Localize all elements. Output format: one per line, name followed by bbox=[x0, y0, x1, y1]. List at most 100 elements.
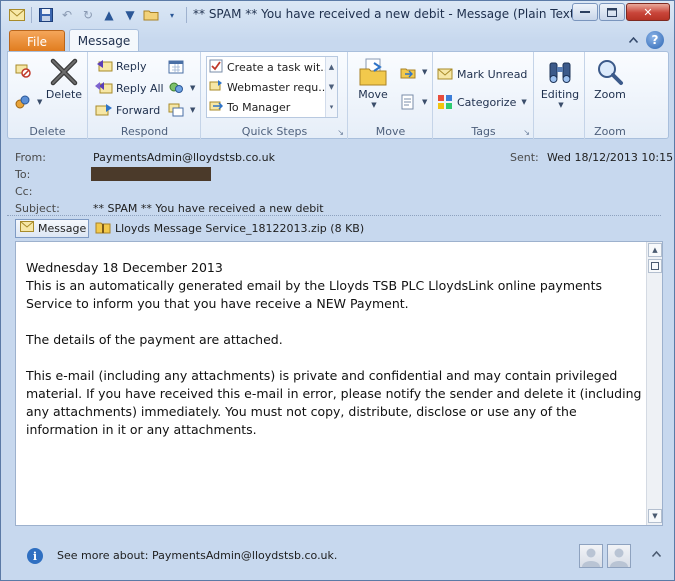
editing-button[interactable]: Editing ▼ bbox=[537, 56, 583, 109]
actions-icon bbox=[399, 93, 417, 111]
quick-step-label: Webmaster requ... bbox=[227, 81, 325, 94]
help-icon[interactable]: ? bbox=[646, 31, 664, 49]
save-icon[interactable] bbox=[36, 5, 56, 25]
minimize-ribbon-icon[interactable] bbox=[628, 35, 639, 46]
window-controls: ✕ bbox=[572, 3, 670, 21]
gallery-more-icon[interactable]: ▾ bbox=[330, 103, 334, 111]
mail-app-icon[interactable] bbox=[7, 5, 27, 25]
move-folder-icon bbox=[357, 56, 389, 88]
tab-file[interactable]: File bbox=[9, 30, 65, 52]
quick-step-webmaster-request[interactable]: Webmaster requ... bbox=[209, 78, 325, 97]
categorize-button[interactable]: Categorize ▼ bbox=[436, 92, 527, 112]
reply-button[interactable]: Reply bbox=[95, 56, 146, 76]
expand-people-pane-icon[interactable] bbox=[651, 550, 662, 560]
people-pane: i See more about: PaymentsAdmin@lloydsts… bbox=[7, 536, 669, 576]
rules-button[interactable]: ▼ bbox=[399, 62, 427, 82]
attachment-file-label: Lloyds Message Service_18122013.zip (8 K… bbox=[115, 221, 365, 235]
ignore-button[interactable] bbox=[14, 60, 32, 80]
minimize-button[interactable] bbox=[572, 3, 598, 21]
move-button-label: Move bbox=[358, 88, 388, 101]
subject-value: ** SPAM ** You have received a new debit bbox=[93, 202, 324, 215]
forward-button[interactable]: Forward bbox=[95, 100, 160, 120]
forward-mail-icon bbox=[209, 79, 223, 96]
sent-label: Sent: bbox=[510, 151, 539, 164]
message-view-button[interactable]: Message bbox=[15, 218, 89, 238]
attachment-file[interactable]: Lloyds Message Service_18122013.zip (8 K… bbox=[95, 219, 364, 238]
scroll-up-button[interactable]: ▲ bbox=[648, 243, 662, 257]
close-button[interactable]: ✕ bbox=[626, 3, 670, 21]
chevron-down-icon: ▼ bbox=[190, 106, 196, 114]
delete-x-icon bbox=[48, 56, 80, 88]
scroll-up-icon[interactable]: ▲ bbox=[329, 63, 334, 71]
group-tags: Mark Unread Categorize ▼ Tags ↘ bbox=[434, 52, 534, 140]
rules-icon bbox=[399, 63, 417, 81]
chevron-down-icon: ▼ bbox=[371, 101, 377, 109]
customize-qat-icon[interactable]: ▾ bbox=[162, 5, 182, 25]
chevron-down-icon: ▼ bbox=[190, 84, 196, 92]
move-to-folder-icon[interactable] bbox=[141, 5, 161, 25]
categorize-icon bbox=[436, 93, 454, 111]
avatar[interactable] bbox=[607, 544, 631, 568]
group-label-tags: Tags bbox=[471, 125, 496, 138]
more-respond-button[interactable]: ▼ bbox=[167, 100, 195, 120]
chevron-down-icon: ▼ bbox=[37, 98, 43, 106]
message-body[interactable]: Wednesday 18 December 2013 This is an au… bbox=[15, 241, 663, 526]
message-header: From: PaymentsAdmin@lloydstsb.co.uk To: … bbox=[7, 143, 673, 217]
quick-access-toolbar: ↶ ↻ ▲ ▼ ▾ bbox=[1, 5, 190, 25]
zoom-button[interactable]: Zoom bbox=[590, 56, 630, 101]
chevron-down-icon: ▼ bbox=[422, 98, 428, 106]
to-value-redacted bbox=[91, 167, 211, 181]
scroll-down-icon[interactable]: ▼ bbox=[329, 83, 334, 91]
reply-all-label: Reply All bbox=[116, 81, 164, 95]
mark-unread-button[interactable]: Mark Unread bbox=[436, 64, 527, 84]
dialog-launcher-icon[interactable]: ↘ bbox=[337, 128, 344, 137]
tab-message[interactable]: Message bbox=[69, 29, 139, 52]
body-paragraph: The details of the payment are attached. bbox=[26, 332, 283, 347]
group-move: Move ▼ ▼ ▼ Move bbox=[349, 52, 433, 140]
info-icon: i bbox=[27, 548, 43, 564]
categorize-label: Categorize bbox=[457, 95, 517, 109]
more-respond-icon bbox=[167, 101, 185, 119]
title-bar: ↶ ↻ ▲ ▼ ▾ ** SPAM ** You have received a… bbox=[1, 1, 674, 29]
quick-step-create-task[interactable]: Create a task wit... bbox=[209, 58, 325, 77]
cleanup-button[interactable]: ▼ bbox=[14, 92, 42, 112]
sent-value: Wed 18/12/2013 10:15 bbox=[547, 151, 674, 164]
zoom-button-label: Zoom bbox=[594, 88, 626, 101]
avatar[interactable] bbox=[579, 544, 603, 568]
delete-button[interactable]: Delete bbox=[44, 56, 84, 101]
to-manager-icon bbox=[209, 99, 224, 116]
see-more-about[interactable]: See more about: PaymentsAdmin@lloydstsb.… bbox=[57, 549, 337, 562]
quick-steps-scroll[interactable]: ▲ ▼ ▾ bbox=[325, 57, 337, 117]
scroll-down-button[interactable]: ▼ bbox=[648, 509, 662, 523]
previous-item-icon[interactable]: ▲ bbox=[99, 5, 119, 25]
actions-button[interactable]: ▼ bbox=[399, 92, 427, 112]
magnifier-icon bbox=[594, 56, 626, 88]
group-respond: Reply Reply All Forward ▼ ▼ Respond bbox=[89, 52, 201, 140]
cc-label: Cc: bbox=[15, 185, 33, 198]
body-paragraph: This is an automatically generated email… bbox=[26, 278, 603, 311]
reply-all-button[interactable]: Reply All bbox=[95, 78, 164, 98]
group-label-respond: Respond bbox=[120, 125, 169, 138]
undo-icon[interactable]: ↶ bbox=[57, 5, 77, 25]
quick-step-to-manager[interactable]: To Manager bbox=[209, 98, 325, 117]
im-button[interactable]: ▼ bbox=[167, 78, 195, 98]
vertical-scrollbar[interactable]: ▲ ▼ bbox=[646, 242, 662, 525]
move-button[interactable]: Move ▼ bbox=[353, 56, 393, 109]
ignore-icon bbox=[14, 61, 32, 79]
dialog-launcher-icon[interactable]: ↘ bbox=[523, 128, 530, 137]
body-paragraph: This e-mail (including any attachments) … bbox=[26, 368, 642, 437]
scroll-position-icon[interactable] bbox=[648, 259, 662, 273]
meeting-button[interactable] bbox=[167, 56, 185, 76]
quick-step-label: Create a task wit... bbox=[227, 61, 325, 74]
header-divider bbox=[7, 215, 661, 216]
next-item-icon[interactable]: ▼ bbox=[120, 5, 140, 25]
forward-label: Forward bbox=[116, 103, 161, 117]
outlook-message-window: ↶ ↻ ▲ ▼ ▾ ** SPAM ** You have received a… bbox=[0, 0, 675, 581]
message-body-text: Wednesday 18 December 2013 This is an au… bbox=[26, 259, 644, 439]
redo-icon[interactable]: ↻ bbox=[78, 5, 98, 25]
chevron-down-icon: ▼ bbox=[558, 101, 564, 109]
editing-button-label: Editing bbox=[540, 88, 580, 101]
from-value[interactable]: PaymentsAdmin@lloydstsb.co.uk bbox=[93, 151, 275, 164]
maximize-button[interactable] bbox=[599, 3, 625, 21]
